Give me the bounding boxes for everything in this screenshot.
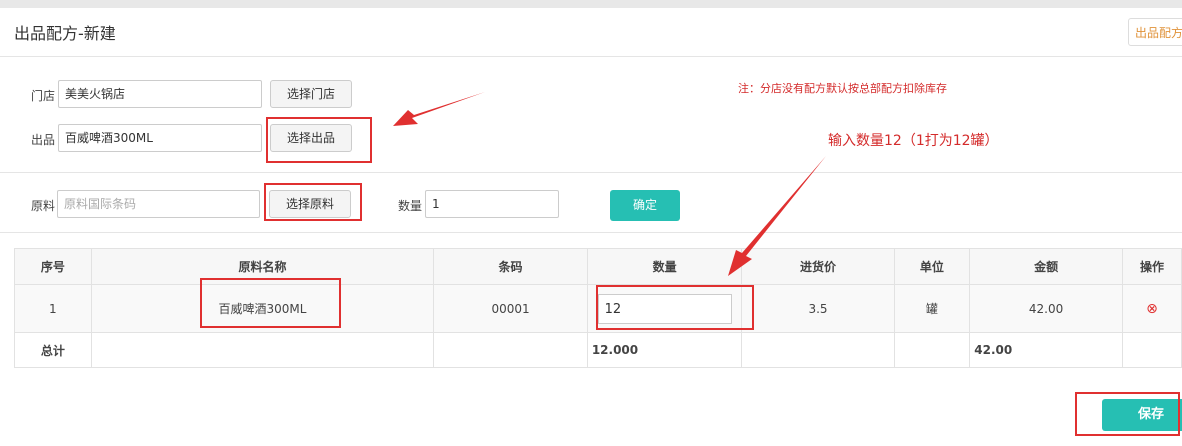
arrow-to-quantity <box>728 156 826 276</box>
arrow-to-select-product <box>393 92 485 126</box>
annotation-arrows <box>393 92 826 276</box>
